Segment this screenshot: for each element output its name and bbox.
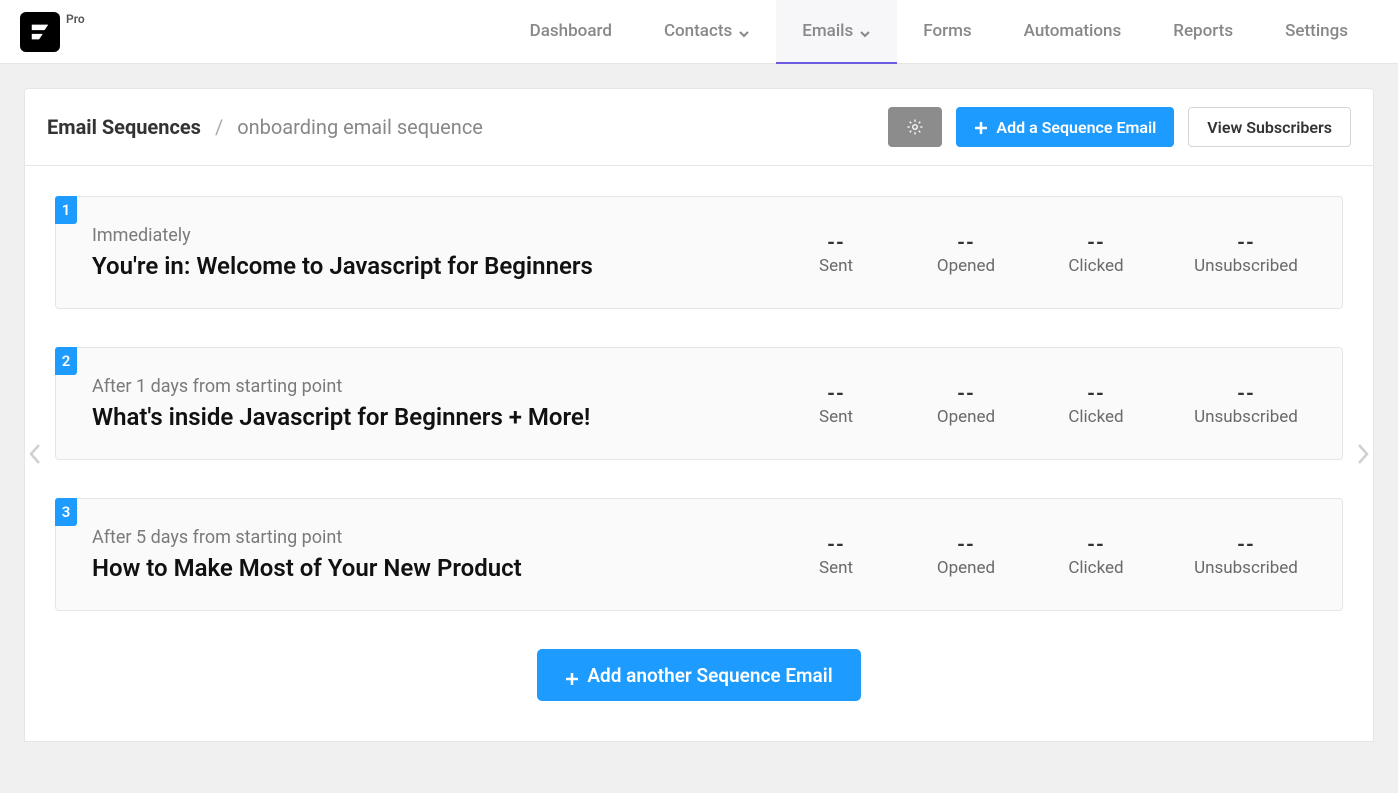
button-label: Add another Sequence Email bbox=[587, 664, 832, 687]
stat-sent: -- Sent bbox=[796, 532, 876, 578]
plus-icon bbox=[974, 120, 988, 134]
top-nav: Pro Dashboard Contacts Emails Forms Auto… bbox=[0, 0, 1398, 64]
stat-unsubscribed: -- Unsubscribed bbox=[1186, 381, 1306, 427]
stat-label: Sent bbox=[796, 558, 876, 578]
nav-label: Automations bbox=[1024, 21, 1122, 41]
logo-area: Pro bbox=[20, 12, 85, 52]
button-label: View Subscribers bbox=[1207, 118, 1332, 137]
stat-unsubscribed: -- Unsubscribed bbox=[1186, 532, 1306, 578]
stat-sent: -- Sent bbox=[796, 230, 876, 276]
sequence-timing: Immediately bbox=[92, 225, 776, 246]
stat-label: Sent bbox=[796, 407, 876, 427]
add-sequence-email-button[interactable]: Add a Sequence Email bbox=[956, 107, 1174, 147]
nav-emails[interactable]: Emails bbox=[776, 0, 897, 64]
sequence-info: After 1 days from starting point What's … bbox=[92, 376, 776, 431]
stat-label: Clicked bbox=[1056, 407, 1136, 427]
main-nav: Dashboard Contacts Emails Forms Automati… bbox=[504, 0, 1374, 64]
sequence-list: 1 Immediately You're in: Welcome to Java… bbox=[24, 166, 1374, 742]
stat-value: -- bbox=[796, 381, 876, 405]
nav-label: Forms bbox=[923, 21, 971, 41]
nav-label: Contacts bbox=[664, 21, 732, 41]
nav-automations[interactable]: Automations bbox=[998, 0, 1148, 64]
stat-clicked: -- Clicked bbox=[1056, 230, 1136, 276]
stat-value: -- bbox=[796, 532, 876, 556]
sequence-email-card[interactable]: 1 Immediately You're in: Welcome to Java… bbox=[55, 196, 1343, 309]
stat-sent: -- Sent bbox=[796, 381, 876, 427]
sequence-title: You're in: Welcome to Javascript for Beg… bbox=[92, 252, 776, 280]
view-subscribers-button[interactable]: View Subscribers bbox=[1188, 107, 1351, 147]
stat-value: -- bbox=[926, 532, 1006, 556]
chevron-left-icon bbox=[27, 442, 43, 466]
page-header: Email Sequences / onboarding email seque… bbox=[24, 88, 1374, 166]
nav-label: Settings bbox=[1285, 21, 1348, 41]
sequence-info: Immediately You're in: Welcome to Javasc… bbox=[92, 225, 776, 280]
add-another-sequence-email-button[interactable]: Add another Sequence Email bbox=[537, 649, 860, 701]
nav-settings[interactable]: Settings bbox=[1259, 0, 1374, 64]
breadcrumb-current: onboarding email sequence bbox=[237, 115, 483, 139]
sequence-number-badge: 2 bbox=[55, 347, 77, 375]
pro-badge: Pro bbox=[66, 12, 85, 26]
button-label: Add a Sequence Email bbox=[996, 118, 1156, 137]
stat-opened: -- Opened bbox=[926, 532, 1006, 578]
sequence-stats: -- Sent -- Opened -- Clicked -- Unsubscr… bbox=[796, 532, 1306, 578]
nav-label: Reports bbox=[1173, 21, 1233, 41]
stat-label: Clicked bbox=[1056, 558, 1136, 578]
nav-label: Emails bbox=[802, 21, 853, 41]
next-arrow[interactable] bbox=[1351, 442, 1375, 466]
stat-opened: -- Opened bbox=[926, 381, 1006, 427]
stat-value: -- bbox=[926, 381, 1006, 405]
chevron-right-icon bbox=[1355, 442, 1371, 466]
sequence-number-badge: 1 bbox=[55, 196, 77, 224]
stat-value: -- bbox=[1056, 230, 1136, 254]
stat-unsubscribed: -- Unsubscribed bbox=[1186, 230, 1306, 276]
breadcrumb-separator: / bbox=[215, 115, 223, 139]
sequence-email-card[interactable]: 3 After 5 days from starting point How t… bbox=[55, 498, 1343, 611]
settings-button[interactable] bbox=[888, 107, 942, 147]
nav-dashboard[interactable]: Dashboard bbox=[504, 0, 638, 64]
gear-icon bbox=[906, 118, 924, 136]
chevron-down-icon bbox=[859, 25, 871, 37]
stat-label: Unsubscribed bbox=[1186, 558, 1306, 578]
stat-value: -- bbox=[1056, 532, 1136, 556]
stat-clicked: -- Clicked bbox=[1056, 381, 1136, 427]
footer-action: Add another Sequence Email bbox=[55, 649, 1343, 701]
sequence-email-card[interactable]: 2 After 1 days from starting point What'… bbox=[55, 347, 1343, 460]
sequence-info: After 5 days from starting point How to … bbox=[92, 527, 776, 582]
nav-reports[interactable]: Reports bbox=[1147, 0, 1259, 64]
stat-opened: -- Opened bbox=[926, 230, 1006, 276]
chevron-down-icon bbox=[738, 25, 750, 37]
stat-value: -- bbox=[796, 230, 876, 254]
stat-clicked: -- Clicked bbox=[1056, 532, 1136, 578]
stat-label: Unsubscribed bbox=[1186, 407, 1306, 427]
sequence-timing: After 5 days from starting point bbox=[92, 527, 776, 548]
stat-label: Sent bbox=[796, 256, 876, 276]
stat-value: -- bbox=[1186, 532, 1306, 556]
sequence-title: How to Make Most of Your New Product bbox=[92, 554, 776, 582]
stat-label: Opened bbox=[926, 407, 1006, 427]
sequence-timing: After 1 days from starting point bbox=[92, 376, 776, 397]
stat-label: Opened bbox=[926, 558, 1006, 578]
prev-arrow[interactable] bbox=[23, 442, 47, 466]
app-logo[interactable] bbox=[20, 12, 60, 52]
sequence-title: What's inside Javascript for Beginners +… bbox=[92, 403, 776, 431]
sequence-stats: -- Sent -- Opened -- Clicked -- Unsubscr… bbox=[796, 230, 1306, 276]
nav-forms[interactable]: Forms bbox=[897, 0, 997, 64]
nav-label: Dashboard bbox=[530, 21, 612, 41]
nav-contacts[interactable]: Contacts bbox=[638, 0, 776, 64]
stat-value: -- bbox=[1186, 230, 1306, 254]
stat-label: Opened bbox=[926, 256, 1006, 276]
stat-label: Unsubscribed bbox=[1186, 256, 1306, 276]
stat-value: -- bbox=[926, 230, 1006, 254]
stat-value: -- bbox=[1186, 381, 1306, 405]
sequence-number-badge: 3 bbox=[55, 498, 77, 526]
stat-label: Clicked bbox=[1056, 256, 1136, 276]
breadcrumb-root[interactable]: Email Sequences bbox=[47, 115, 201, 139]
plus-icon bbox=[565, 668, 579, 682]
page-body: Email Sequences / onboarding email seque… bbox=[0, 64, 1398, 766]
sequence-stats: -- Sent -- Opened -- Clicked -- Unsubscr… bbox=[796, 381, 1306, 427]
stat-value: -- bbox=[1056, 381, 1136, 405]
logo-icon bbox=[29, 21, 51, 43]
